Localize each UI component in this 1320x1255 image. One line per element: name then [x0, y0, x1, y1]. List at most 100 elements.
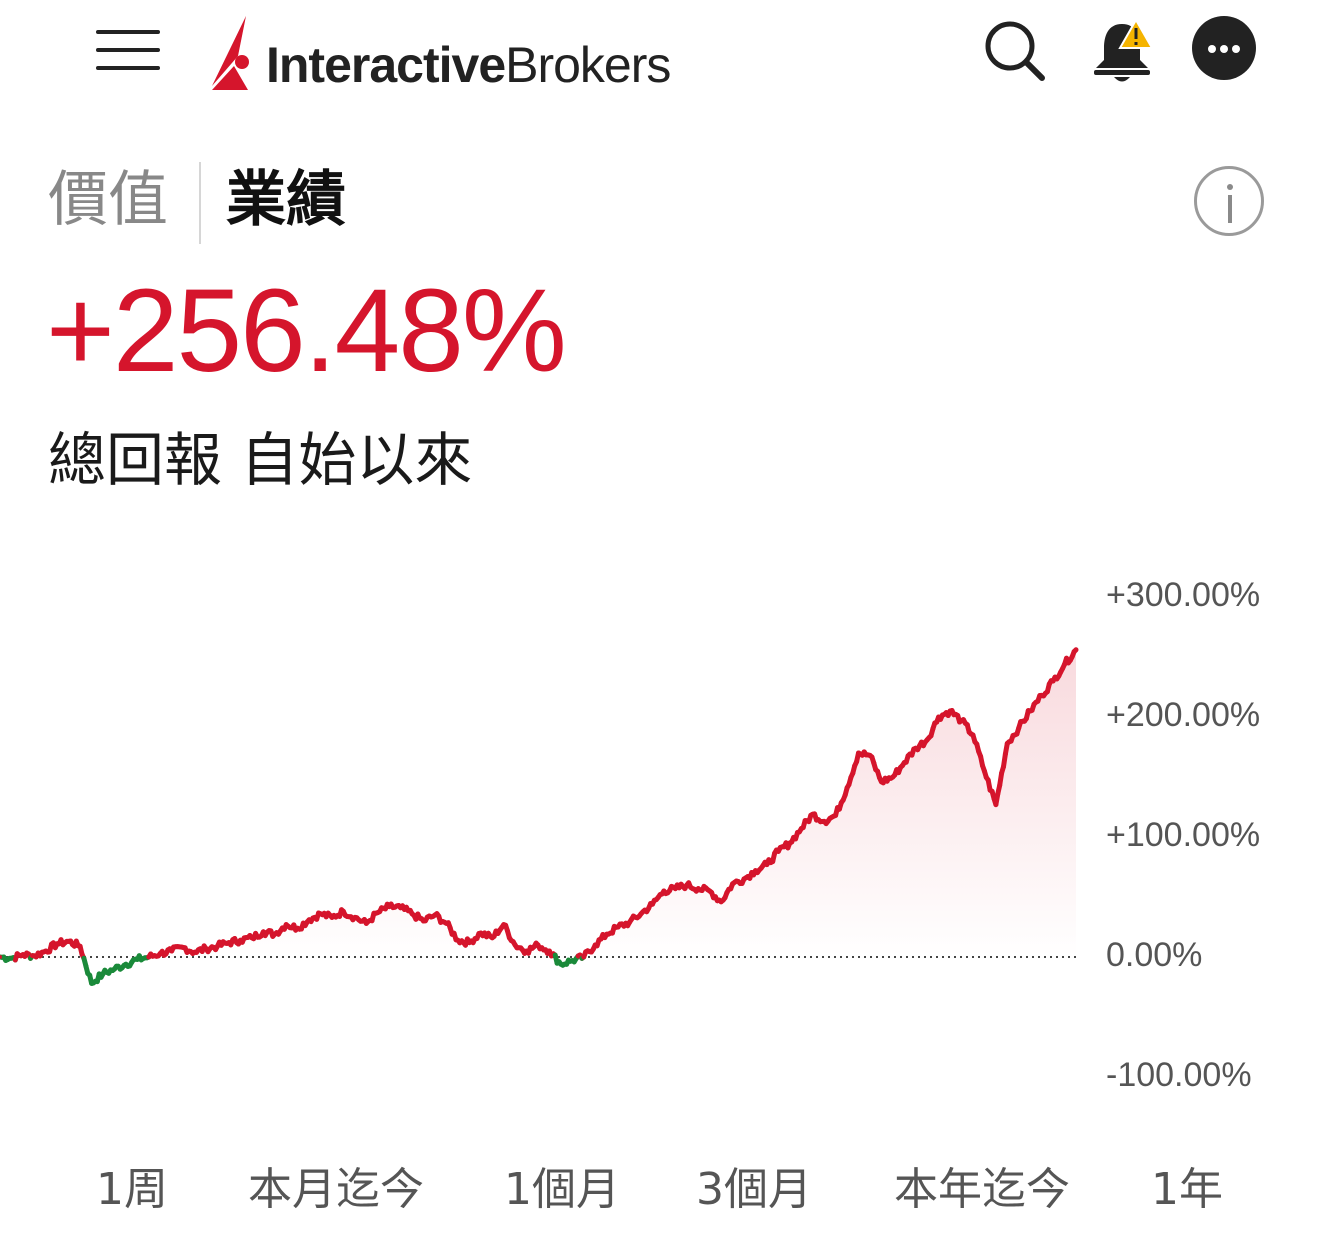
data-point [982, 769, 987, 773]
brand-logo: InteractiveBrokers [212, 12, 671, 93]
chart-area-fill [0, 649, 1076, 957]
logo-bold-text: Interactive [266, 37, 506, 93]
data-point [272, 932, 277, 937]
data-point [707, 889, 712, 893]
brand-logo-text: InteractiveBrokers [266, 37, 671, 93]
bell-alert-icon[interactable] [1090, 14, 1160, 84]
data-point [455, 938, 460, 943]
data-point [295, 926, 300, 931]
data-point [558, 962, 563, 967]
data-point [123, 962, 128, 967]
app-header: InteractiveBrokers [0, 0, 1320, 110]
data-point [215, 944, 220, 949]
data-point [101, 971, 105, 976]
data-point [719, 899, 724, 904]
data-point [581, 955, 586, 959]
data-point [661, 889, 666, 893]
data-point [936, 715, 941, 719]
data-point [547, 949, 552, 953]
y-tick-label: 0.00% [1106, 936, 1203, 974]
data-point [490, 935, 495, 940]
data-point [627, 920, 632, 925]
data-point [902, 760, 907, 765]
data-point [1074, 647, 1078, 652]
data-point [799, 826, 804, 831]
tab-value[interactable]: 價值 [48, 160, 168, 240]
performance-chart-plot [0, 647, 1079, 986]
data-point [330, 915, 334, 920]
data-point [616, 925, 621, 929]
data-point [55, 941, 60, 946]
search-icon[interactable] [980, 16, 1048, 84]
data-point [410, 911, 415, 916]
y-tick-label: +300.00% [1106, 576, 1261, 614]
data-point [742, 877, 746, 881]
data-point [78, 944, 83, 949]
more-icon[interactable] [1192, 16, 1256, 80]
data-point [169, 949, 174, 953]
data-point [764, 862, 769, 867]
data-point [146, 955, 151, 959]
data-point [787, 841, 792, 845]
menu-icon[interactable] [92, 26, 164, 74]
data-point [1039, 693, 1044, 698]
data-point [696, 886, 701, 891]
data-point [181, 945, 186, 950]
data-point [730, 881, 735, 886]
data-point [238, 938, 243, 943]
data-point [993, 802, 998, 807]
data-point [959, 718, 964, 723]
data-point [833, 813, 838, 818]
data-point [9, 956, 14, 961]
y-tick-label: +200.00% [1106, 696, 1261, 734]
data-point [501, 922, 506, 927]
range-tab[interactable]: 1周 [96, 1162, 168, 1218]
performance-chart[interactable]: +300.00% +200.00% +100.00% 0.00% -100.00% [0, 560, 1320, 1120]
data-point [570, 958, 575, 963]
data-point [204, 946, 208, 951]
data-point [684, 883, 689, 887]
data-point [1016, 725, 1021, 730]
data-point [261, 929, 266, 934]
data-point [1051, 679, 1056, 683]
data-point [307, 917, 312, 922]
data-point [158, 951, 163, 956]
range-tab[interactable]: 本月迄今 [248, 1162, 424, 1218]
brand-logo-icon [212, 16, 249, 90]
data-point [467, 940, 472, 945]
data-point [478, 931, 483, 935]
data-point [868, 753, 872, 758]
data-point [398, 905, 403, 910]
data-point [1005, 741, 1010, 746]
y-tick-label: +100.00% [1106, 816, 1261, 854]
data-point [673, 886, 678, 891]
range-tab[interactable]: 1年 [1151, 1162, 1223, 1218]
tab-divider [199, 162, 201, 244]
data-point [20, 952, 25, 957]
data-point [810, 812, 815, 817]
range-tab[interactable]: 1個月 [504, 1162, 620, 1218]
tab-performance[interactable]: 業績 [226, 160, 346, 240]
data-point [524, 949, 529, 953]
data-point [284, 922, 289, 927]
data-point [776, 849, 781, 854]
data-point [879, 779, 884, 784]
data-point [1028, 709, 1033, 713]
data-point [341, 909, 346, 914]
data-point [112, 967, 117, 971]
range-tab[interactable]: 本年迄今 [894, 1162, 1070, 1218]
data-point [249, 935, 254, 940]
data-point [32, 953, 37, 958]
total-return-value: +256.48% [46, 265, 567, 397]
data-point [318, 911, 323, 916]
data-point [1062, 662, 1067, 667]
data-point [513, 943, 518, 947]
data-point [387, 904, 392, 909]
range-tab[interactable]: 3個月 [696, 1162, 812, 1218]
data-point [753, 868, 758, 873]
data-point [536, 943, 540, 947]
data-point [421, 919, 426, 923]
data-point [43, 949, 48, 953]
data-point [364, 921, 369, 926]
info-icon[interactable] [1194, 166, 1264, 236]
